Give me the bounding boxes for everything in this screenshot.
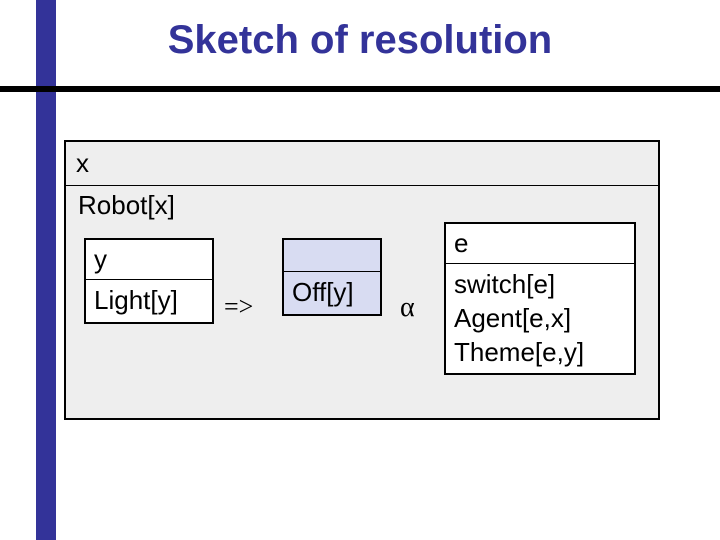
accent-bar	[36, 0, 56, 540]
drs-y-conditions: Light[y]	[86, 280, 212, 322]
drs-off-box: Off[y]	[282, 238, 382, 316]
drs-outer-box: x Robot[x] y Light[y] => Off[y] α e swit…	[64, 140, 660, 420]
predicate-robot: Robot[x]	[78, 190, 648, 221]
predicate-theme: Theme[e,y]	[454, 336, 626, 370]
drs-outer-conditions: Robot[x] y Light[y] => Off[y] α e switch…	[66, 186, 658, 418]
predicate-agent: Agent[e,x]	[454, 302, 626, 336]
predicate-switch: switch[e]	[454, 268, 626, 302]
alpha-symbol: α	[400, 292, 415, 324]
drs-e-conditions: switch[e] Agent[e,x] Theme[e,y]	[446, 264, 634, 373]
drs-off-universe	[284, 240, 380, 272]
drs-off-conditions: Off[y]	[284, 272, 380, 314]
title-divider	[0, 86, 720, 92]
slide-title: Sketch of resolution	[0, 18, 720, 63]
implies-symbol: =>	[224, 292, 253, 322]
drs-y-box: y Light[y]	[84, 238, 214, 324]
drs-outer-universe: x	[66, 142, 658, 186]
drs-e-box: e switch[e] Agent[e,x] Theme[e,y]	[444, 222, 636, 375]
drs-e-universe: e	[446, 224, 634, 264]
drs-y-universe: y	[86, 240, 212, 280]
